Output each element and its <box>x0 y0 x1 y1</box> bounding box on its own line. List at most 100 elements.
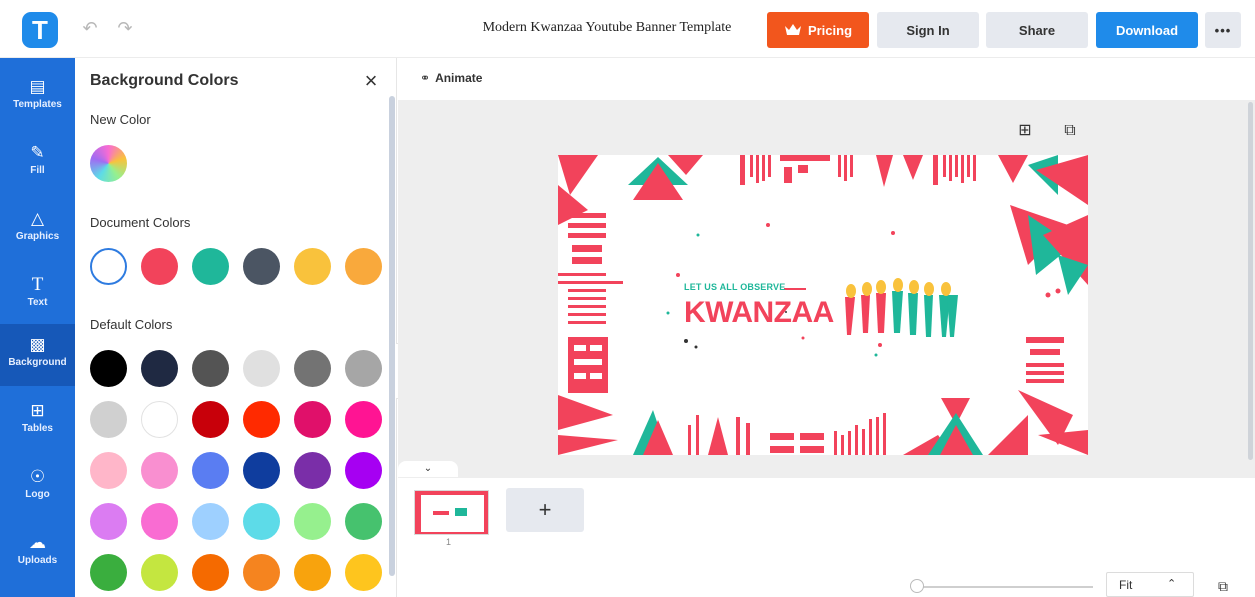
sidebar-item-fill[interactable]: ✎ Fill <box>0 132 75 194</box>
text-icon: T <box>31 274 44 295</box>
duplicate-icon[interactable]: ⧉ <box>1060 121 1080 141</box>
default-color-swatch[interactable] <box>192 401 229 438</box>
app-logo[interactable]: T <box>22 12 58 48</box>
more-options-button[interactable]: ••• <box>1205 12 1241 48</box>
default-color-swatch[interactable] <box>345 401 382 438</box>
default-color-swatch[interactable] <box>345 350 382 387</box>
default-color-swatch[interactable] <box>243 452 280 489</box>
banner-subtitle[interactable]: LET US ALL OBSERVE <box>684 282 785 292</box>
animate-toolbar: ⚭ Animate <box>398 58 1255 100</box>
pages-strip: 1 + Fit ⌃ ⧉ <box>398 478 1255 597</box>
add-page-button[interactable]: + <box>506 488 584 532</box>
panel-scrollbar[interactable] <box>389 96 395 576</box>
panel-title: Background Colors <box>90 72 239 89</box>
canvas-scrollbar[interactable] <box>1248 102 1253 460</box>
redo-icon[interactable]: ↷ <box>115 18 135 38</box>
default-color-swatch[interactable] <box>141 503 178 540</box>
top-bar: T ↶ ↷ Modern Kwanzaa Youtube Banner Temp… <box>0 0 1255 58</box>
undo-icon[interactable]: ↶ <box>80 18 100 38</box>
document-color-swatch[interactable] <box>345 248 382 285</box>
sign-in-label: Sign In <box>906 22 950 38</box>
sidebar-label-fill: Fill <box>30 165 45 176</box>
download-label: Download <box>1115 22 1179 38</box>
new-color-label: New Color <box>90 112 151 127</box>
pencil-icon: ✎ <box>30 143 45 162</box>
default-color-swatch[interactable] <box>243 401 280 438</box>
default-color-swatch[interactable] <box>90 503 127 540</box>
sidebar-label-text: Text <box>27 297 48 308</box>
animate-icon: ⚭ <box>420 71 431 85</box>
default-color-swatch[interactable] <box>294 350 331 387</box>
thumbnail-artwork <box>415 491 488 534</box>
download-button[interactable]: Download <box>1096 12 1198 48</box>
default-color-swatch[interactable] <box>345 503 382 540</box>
default-color-swatch[interactable] <box>141 350 178 387</box>
canvas-area: ⊞ ⧉ LET US ALL OBSERVE KWANZAA <box>398 100 1255 478</box>
sidebar-item-graphics[interactable]: △ Graphics <box>0 198 75 260</box>
sidebar-item-uploads[interactable]: ☁ Uploads <box>0 522 75 584</box>
default-color-swatch[interactable] <box>192 503 229 540</box>
upload-icon: ☁ <box>29 533 46 552</box>
default-color-swatch[interactable] <box>294 503 331 540</box>
document-colors-label: Document Colors <box>90 215 191 230</box>
page-thumbnail[interactable] <box>414 490 489 535</box>
add-page-icon[interactable]: ⊞ <box>1015 121 1035 141</box>
document-color-swatch[interactable] <box>141 248 178 285</box>
background-colors-panel: Background Colors × New Color Document C… <box>75 58 397 597</box>
page-number: 1 <box>446 537 452 547</box>
pricing-button[interactable]: Pricing <box>767 12 869 48</box>
default-color-swatch[interactable] <box>90 350 127 387</box>
default-color-swatch[interactable] <box>345 554 382 591</box>
document-color-swatch[interactable] <box>294 248 331 285</box>
sidebar-item-tables[interactable]: ⊞ Tables <box>0 390 75 452</box>
expand-pages-button[interactable]: ⌄ <box>398 461 458 477</box>
pricing-label: Pricing <box>807 22 853 38</box>
sidebar-label-uploads: Uploads <box>17 555 58 566</box>
default-color-swatch[interactable] <box>90 401 127 438</box>
sidebar-item-logo[interactable]: ☉ Logo <box>0 456 75 518</box>
banner-design[interactable]: LET US ALL OBSERVE KWANZAA <box>558 155 1088 455</box>
more-label: ••• <box>1214 22 1232 38</box>
share-button[interactable]: Share <box>986 12 1088 48</box>
default-color-swatch[interactable] <box>243 350 280 387</box>
document-color-swatch[interactable] <box>90 248 127 285</box>
sidebar-label-tables: Tables <box>22 423 53 434</box>
default-color-swatch[interactable] <box>294 452 331 489</box>
left-sidebar: ▤ Templates ✎ Fill △ Graphics T Text ▩ B… <box>0 58 75 597</box>
zoom-slider-track[interactable] <box>913 586 1093 588</box>
default-color-swatch[interactable] <box>243 503 280 540</box>
default-color-swatch[interactable] <box>90 554 127 591</box>
default-color-swatch[interactable] <box>294 554 331 591</box>
document-color-swatch[interactable] <box>192 248 229 285</box>
default-colors-label: Default Colors <box>90 317 173 332</box>
default-color-swatch[interactable] <box>141 401 178 438</box>
document-title[interactable]: Modern Kwanzaa Youtube Banner Template <box>460 20 754 36</box>
default-color-swatch[interactable] <box>294 401 331 438</box>
close-icon[interactable]: × <box>360 70 382 92</box>
zoom-slider-handle[interactable] <box>910 579 924 593</box>
sidebar-item-templates[interactable]: ▤ Templates <box>0 66 75 128</box>
sidebar-item-text[interactable]: T Text <box>0 264 75 326</box>
crown-icon <box>784 24 801 35</box>
sidebar-item-background[interactable]: ▩ Background <box>0 324 75 386</box>
default-color-swatch[interactable] <box>243 554 280 591</box>
default-color-swatch[interactable] <box>192 350 229 387</box>
shapes-icon: △ <box>30 209 45 228</box>
sidebar-label-logo: Logo <box>25 489 50 500</box>
default-color-swatch[interactable] <box>345 452 382 489</box>
default-color-swatch[interactable] <box>141 554 178 591</box>
sidebar-label-graphics: Graphics <box>15 231 60 242</box>
page-count-icon[interactable]: ⧉ <box>1213 576 1233 596</box>
new-color-picker[interactable] <box>90 145 127 182</box>
banner-headline[interactable]: KWANZAA <box>684 296 834 330</box>
sidebar-label-templates: Templates <box>13 99 62 110</box>
animate-button[interactable]: ⚭ Animate <box>420 71 482 85</box>
document-color-swatch[interactable] <box>243 248 280 285</box>
default-color-swatch[interactable] <box>90 452 127 489</box>
default-color-swatch[interactable] <box>192 554 229 591</box>
sign-in-button[interactable]: Sign In <box>877 12 979 48</box>
zoom-select[interactable]: Fit ⌃ <box>1106 572 1194 597</box>
background-icon: ▩ <box>29 335 46 354</box>
default-color-swatch[interactable] <box>192 452 229 489</box>
default-color-swatch[interactable] <box>141 452 178 489</box>
